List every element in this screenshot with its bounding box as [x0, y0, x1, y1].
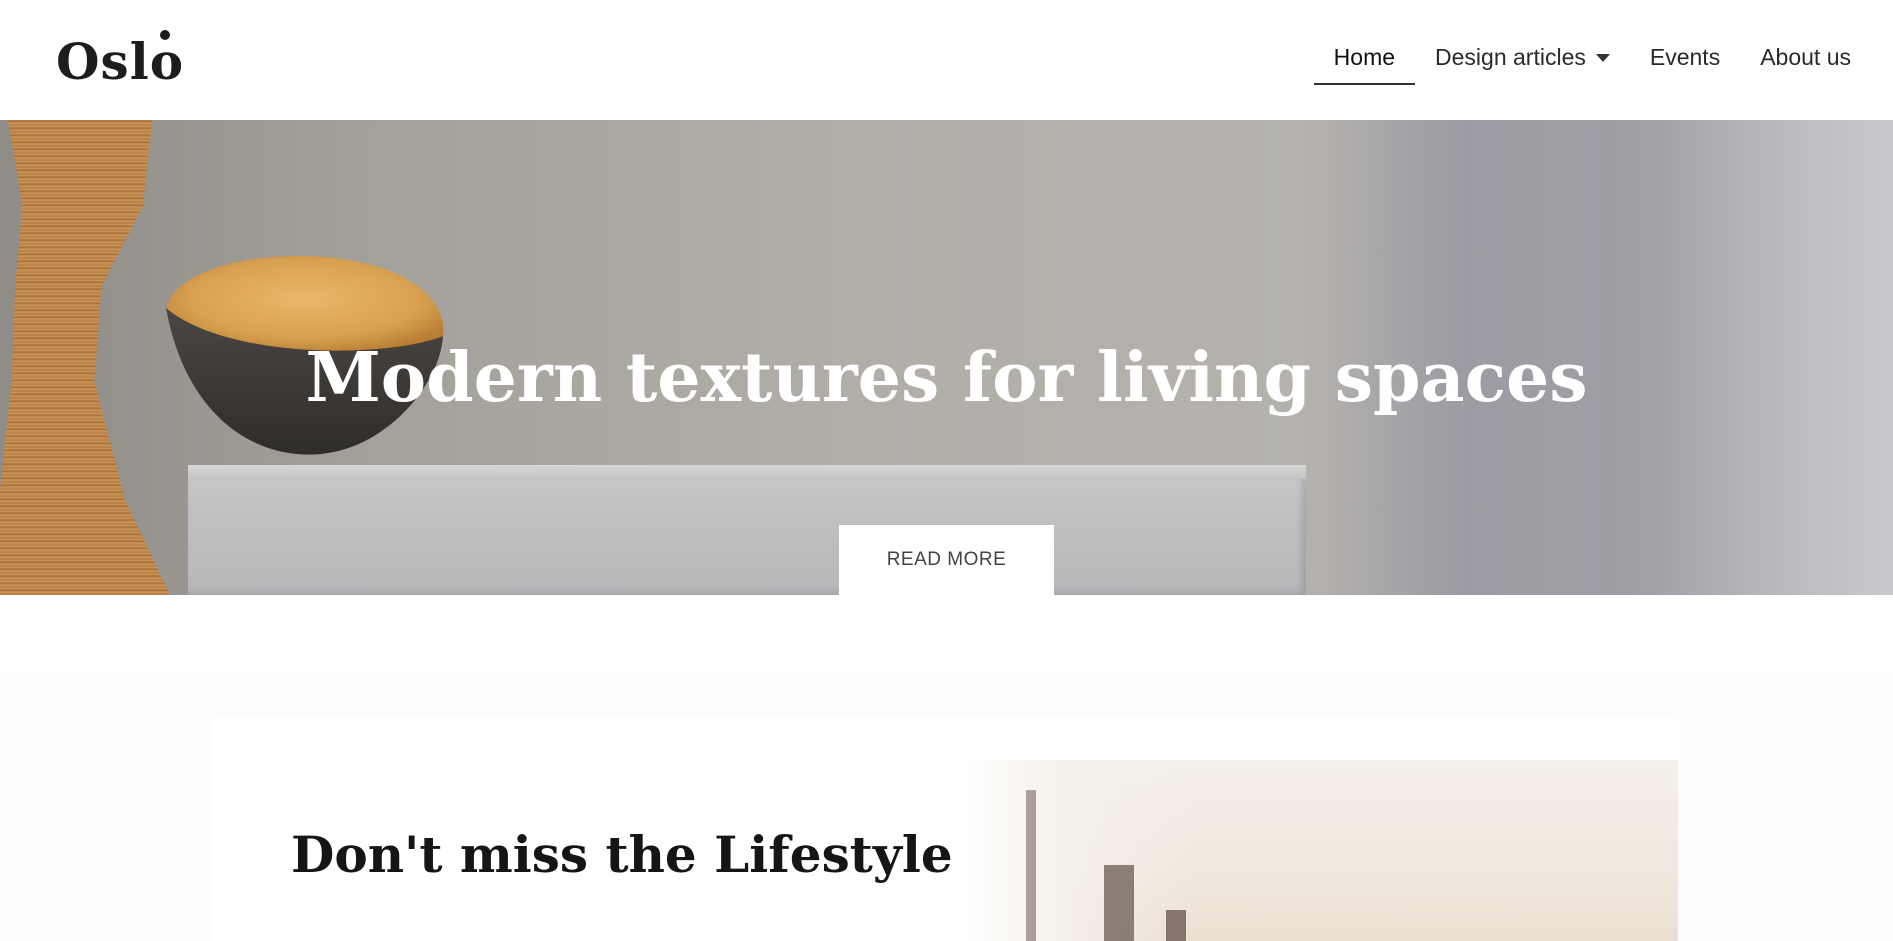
- section-title: Don't miss the Lifestyle: [291, 825, 953, 884]
- nav-item-design-articles[interactable]: Design articles: [1415, 40, 1630, 85]
- blind-slat: [1166, 910, 1186, 941]
- nav-item-label: Events: [1649, 44, 1721, 70]
- nav-item-label: Design articles: [1435, 44, 1586, 70]
- hero-title: Modern textures for living spaces: [305, 338, 1588, 418]
- blind-slat: [1104, 865, 1134, 941]
- logo-dot-icon: [160, 30, 170, 40]
- lifestyle-section: Don't miss the Lifestyle: [0, 671, 1893, 941]
- lifestyle-card: Don't miss the Lifestyle: [212, 715, 1678, 941]
- concrete-shelf-image: [188, 465, 1306, 595]
- nav-item-events[interactable]: Events: [1630, 40, 1740, 85]
- interior-window-image: [966, 760, 1678, 941]
- nav-item-label: Home: [1333, 44, 1396, 70]
- read-more-button[interactable]: READ MORE: [839, 525, 1054, 595]
- nav-item-about-us[interactable]: About us: [1740, 40, 1871, 85]
- site-header: Oslo Home Design articles Events About u…: [0, 0, 1893, 120]
- nav-item-label: About us: [1760, 44, 1851, 70]
- nav-item-home[interactable]: Home: [1313, 40, 1416, 85]
- blind-slat: [1026, 790, 1036, 941]
- caret-down-icon: [1595, 53, 1610, 62]
- hero-banner: Modern textures for living spaces READ M…: [0, 120, 1893, 595]
- window-frame: [966, 760, 1196, 941]
- main-nav: Home Design articles Events About us: [1313, 40, 1871, 86]
